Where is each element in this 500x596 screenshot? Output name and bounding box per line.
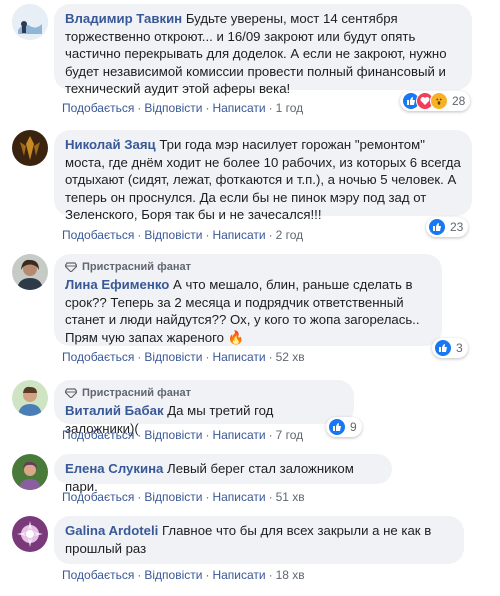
- timestamp[interactable]: 7 год: [276, 428, 304, 442]
- timestamp[interactable]: 1 год: [276, 101, 304, 115]
- author-name[interactable]: Лина Ефименко: [65, 277, 169, 292]
- like-icon: [428, 218, 446, 236]
- reply-link[interactable]: Відповісти: [144, 568, 202, 582]
- author-name[interactable]: Виталий Бабак: [65, 403, 164, 418]
- reply-link[interactable]: Відповісти: [144, 428, 202, 442]
- comment-bubble: Николай Заяц Три года мэр насилует горож…: [54, 130, 472, 222]
- reaction-number: 3: [456, 341, 463, 355]
- reply-link[interactable]: Відповісти: [144, 228, 202, 242]
- reply-link[interactable]: Відповісти: [144, 101, 202, 115]
- top-fan-badge: Пристрасний фанат: [65, 386, 343, 400]
- diamond-icon: [65, 388, 77, 398]
- reply-link[interactable]: Відповісти: [144, 490, 202, 504]
- comment-actions: Подобається · Відповісти · Написати · 1 год: [62, 101, 304, 115]
- comment-bubble: Пристрасний фанат Виталий Бабак Да мы тр…: [54, 380, 354, 436]
- comment-bubble: Galina Ardoteli Главное что бы для всех …: [54, 516, 464, 564]
- write-link[interactable]: Написати: [212, 490, 265, 504]
- write-link[interactable]: Написати: [212, 568, 265, 582]
- like-icon: [434, 339, 452, 357]
- reaction-count[interactable]: 9: [326, 417, 362, 437]
- avatar[interactable]: [12, 130, 48, 166]
- comment-bubble: Елена Слукина Левый берег стал заложнико…: [54, 454, 392, 494]
- like-link[interactable]: Подобається: [62, 350, 134, 364]
- badge-label: Пристрасний фанат: [82, 261, 191, 273]
- write-link[interactable]: Написати: [212, 350, 265, 364]
- top-fan-badge: Пристрасний фанат: [65, 260, 431, 274]
- timestamp[interactable]: 2 год: [276, 228, 304, 242]
- reaction-number: 23: [450, 220, 464, 234]
- author-name[interactable]: Galina Ardoteli: [65, 523, 158, 538]
- like-link[interactable]: Подобається: [62, 428, 134, 442]
- comment-actions: Подобається · Відповісти · Написати · 18 хв: [62, 568, 305, 582]
- author-name[interactable]: Николай Заяц: [65, 137, 156, 152]
- avatar[interactable]: [12, 380, 48, 416]
- reaction-count[interactable]: 28: [400, 91, 471, 111]
- comment-bubble: Пристрасний фанат Лина Ефименко А что ме…: [54, 254, 442, 346]
- like-link[interactable]: Подобається: [62, 568, 134, 582]
- avatar[interactable]: [12, 516, 48, 552]
- avatar[interactable]: [12, 254, 48, 290]
- reaction-count[interactable]: 23: [426, 217, 469, 237]
- timestamp[interactable]: 52 хв: [276, 350, 305, 364]
- reaction-count[interactable]: 3: [432, 338, 468, 358]
- like-link[interactable]: Подобається: [62, 490, 134, 504]
- wow-icon: [430, 92, 448, 110]
- reply-link[interactable]: Відповісти: [144, 350, 202, 364]
- write-link[interactable]: Написати: [212, 101, 265, 115]
- author-name[interactable]: Владимир Тавкин: [65, 11, 182, 26]
- comment-bubble: Владимир Тавкин Будьте уверены, мост 14 …: [54, 4, 472, 96]
- like-link[interactable]: Подобається: [62, 101, 134, 115]
- comment-actions: Подобається · Відповісти · Написати · 7 год: [62, 428, 304, 442]
- author-name[interactable]: Елена Слукина: [65, 461, 163, 476]
- like-link[interactable]: Подобається: [62, 228, 134, 242]
- reaction-number: 9: [350, 420, 357, 434]
- like-icon: [328, 418, 346, 436]
- comment-actions: Подобається · Відповісти · Написати · 52 хв: [62, 350, 305, 364]
- comment-actions: Подобається · Відповісти · Написати · 2 год: [62, 228, 304, 242]
- reaction-number: 28: [452, 94, 466, 108]
- comment-actions: Подобається · Відповісти · Написати · 51 хв: [62, 490, 305, 504]
- avatar[interactable]: [12, 4, 48, 40]
- diamond-icon: [65, 262, 77, 272]
- avatar[interactable]: [12, 454, 48, 490]
- timestamp[interactable]: 51 хв: [276, 490, 305, 504]
- badge-label: Пристрасний фанат: [82, 387, 191, 399]
- timestamp[interactable]: 18 хв: [276, 568, 305, 582]
- write-link[interactable]: Написати: [212, 428, 265, 442]
- write-link[interactable]: Написати: [212, 228, 265, 242]
